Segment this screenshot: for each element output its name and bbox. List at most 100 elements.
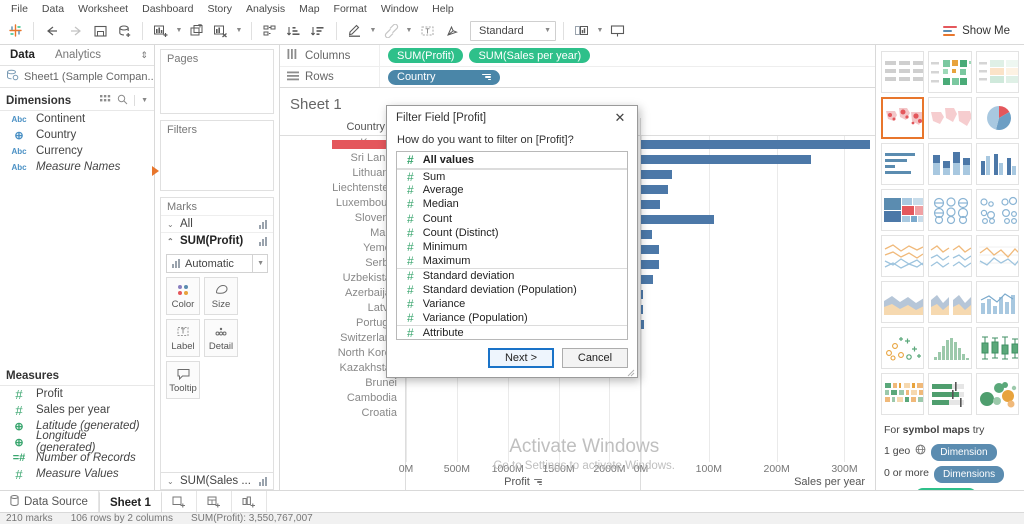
forward-arrow-icon[interactable] <box>64 20 88 42</box>
duplicate-sheet-icon[interactable] <box>185 20 209 42</box>
bar-mark[interactable] <box>641 320 644 329</box>
bar-mark[interactable] <box>641 215 714 224</box>
show-me-scatter-plot[interactable] <box>881 327 924 369</box>
filter-option-minimum[interactable]: #Minimum <box>397 240 627 254</box>
group-icon[interactable] <box>379 20 403 42</box>
clear-sheet-dropdown-caret[interactable]: ▼ <box>233 20 245 42</box>
bar-mark[interactable] <box>641 155 811 164</box>
bar-mark[interactable] <box>641 185 668 194</box>
show-me-histogram[interactable] <box>928 327 971 369</box>
presentation-mode-icon[interactable] <box>606 20 630 42</box>
row-label[interactable]: Brunei <box>280 376 405 391</box>
show-me-dual-combination[interactable] <box>976 281 1019 323</box>
highlight-dropdown-caret[interactable]: ▼ <box>367 20 379 42</box>
filter-option-standard-deviation[interactable]: #Standard deviation <box>397 268 627 282</box>
color-button[interactable]: Color <box>166 277 200 315</box>
menu-item-format[interactable]: Format <box>327 2 374 16</box>
filter-option-median[interactable]: #Median <box>397 197 627 211</box>
back-arrow-icon[interactable] <box>40 20 64 42</box>
group-dropdown-caret[interactable]: ▼ <box>403 20 415 42</box>
detail-button[interactable]: Detail <box>204 319 238 357</box>
filter-option-standard-deviation-population[interactable]: #Standard deviation (Population) <box>397 283 627 297</box>
add-datasource-icon[interactable] <box>112 20 136 42</box>
show-me-filled-map[interactable] <box>928 97 971 139</box>
show-me-area-continuous[interactable] <box>881 281 924 323</box>
menu-item-data[interactable]: Data <box>35 2 71 16</box>
show-me-button[interactable]: Show Me <box>935 20 1018 42</box>
marks-row-sum-profit[interactable]: ⌃ SUM(Profit) <box>161 232 273 249</box>
close-icon[interactable]: ✕ <box>607 107 633 129</box>
measure-measure-values[interactable]: #Measure Values <box>0 466 154 482</box>
tab-data[interactable]: Data <box>0 47 45 63</box>
plot-sales-per-year[interactable] <box>641 136 875 462</box>
columns-shelf[interactable]: Columns SUM(Profit) SUM(Sales per year) <box>280 45 875 66</box>
cancel-button[interactable]: Cancel <box>562 348 628 368</box>
show-me-highlight-table[interactable] <box>976 51 1019 93</box>
show-hide-cards-icon[interactable] <box>570 20 594 42</box>
data-source-tab[interactable]: Data Source <box>0 491 99 512</box>
bar-mark[interactable] <box>641 305 643 314</box>
show-me-side-by-side-bars[interactable] <box>976 143 1019 185</box>
tooltip-button[interactable]: Tooltip <box>166 361 200 399</box>
show-me-text-table[interactable] <box>881 51 924 93</box>
sort-descending-icon[interactable] <box>306 20 330 42</box>
filter-option-all-values[interactable]: #All values <box>397 152 627 169</box>
pill-sum-profit[interactable]: SUM(Profit) <box>388 48 463 63</box>
show-labels-icon[interactable]: T <box>415 20 439 42</box>
show-me-box-and-whisker[interactable] <box>976 327 1019 369</box>
bar-mark[interactable] <box>641 140 870 149</box>
bar-mark[interactable] <box>641 245 659 254</box>
filter-option-count[interactable]: #Count <box>397 212 627 226</box>
filter-option-sum[interactable]: #Sum <box>397 169 627 183</box>
dimensions-menu-caret[interactable]: ▼ <box>141 97 148 104</box>
show-me-heat-map[interactable] <box>928 51 971 93</box>
menu-item-dashboard[interactable]: Dashboard <box>135 2 200 16</box>
marks-row-sum-sales[interactable]: ⌄ SUM(Sales ... <box>161 472 273 489</box>
menu-item-worksheet[interactable]: Worksheet <box>71 2 135 16</box>
data-source-item[interactable]: Sheet1 (Sample Compan... <box>0 66 154 88</box>
grid-view-icon[interactable] <box>100 94 111 107</box>
bar-mark[interactable] <box>641 260 659 269</box>
show-me-lines-continuous[interactable] <box>881 235 924 277</box>
show-me-stacked-bars[interactable] <box>928 143 971 185</box>
new-worksheet-button[interactable] <box>162 491 197 512</box>
pages-shelf[interactable] <box>161 67 273 113</box>
mark-type-dropdown[interactable]: Automatic ▼ <box>166 254 268 273</box>
new-story-button[interactable] <box>232 491 267 512</box>
tableau-logo-icon[interactable] <box>3 20 27 42</box>
menu-item-analysis[interactable]: Analysis <box>239 2 292 16</box>
dialog-resize-handle[interactable] <box>627 368 635 376</box>
fit-dropdown[interactable]: Standard ▼ <box>470 21 556 41</box>
show-me-lines-discrete[interactable] <box>928 235 971 277</box>
label-button[interactable]: T Label <box>166 319 200 357</box>
show-me-gantt[interactable] <box>881 373 924 415</box>
show-me-area-discrete[interactable] <box>928 281 971 323</box>
show-hide-cards-caret[interactable]: ▼ <box>594 20 606 42</box>
show-me-pie-chart[interactable] <box>976 97 1019 139</box>
data-pane-collapse-icon[interactable]: ⇕ <box>140 50 154 61</box>
bar-mark[interactable] <box>641 200 660 209</box>
tab-analytics[interactable]: Analytics <box>45 47 111 63</box>
pill-country[interactable]: Country <box>388 70 500 85</box>
filter-option-maximum[interactable]: #Maximum <box>397 254 627 268</box>
clear-sheet-icon[interactable] <box>209 20 233 42</box>
menu-item-window[interactable]: Window <box>374 2 425 16</box>
filter-option-average[interactable]: #Average <box>397 183 627 197</box>
filter-option-variance[interactable]: #Variance <box>397 297 627 311</box>
axis-title-profit[interactable]: Profit <box>406 476 640 488</box>
filter-options-list[interactable]: #All values#Sum#Average#Median#Count#Cou… <box>396 151 628 340</box>
bar-mark[interactable] <box>641 290 643 299</box>
menu-item-story[interactable]: Story <box>200 2 239 16</box>
dimension-continent[interactable]: AbcContinent <box>0 111 154 127</box>
bar-mark[interactable] <box>641 170 672 179</box>
measure-sales-per-year[interactable]: #Sales per year <box>0 402 154 418</box>
size-button[interactable]: Size <box>204 277 238 315</box>
menu-item-file[interactable]: File <box>4 2 35 16</box>
measure-number-of-records[interactable]: =#Number of Records <box>0 450 154 466</box>
search-icon[interactable] <box>117 94 128 108</box>
show-me-bullet-graph[interactable] <box>928 373 971 415</box>
menu-item-map[interactable]: Map <box>292 2 326 16</box>
sort-ascending-icon[interactable] <box>282 20 306 42</box>
swap-rows-columns-icon[interactable] <box>258 20 282 42</box>
measure-profit[interactable]: #Profit <box>0 386 154 402</box>
